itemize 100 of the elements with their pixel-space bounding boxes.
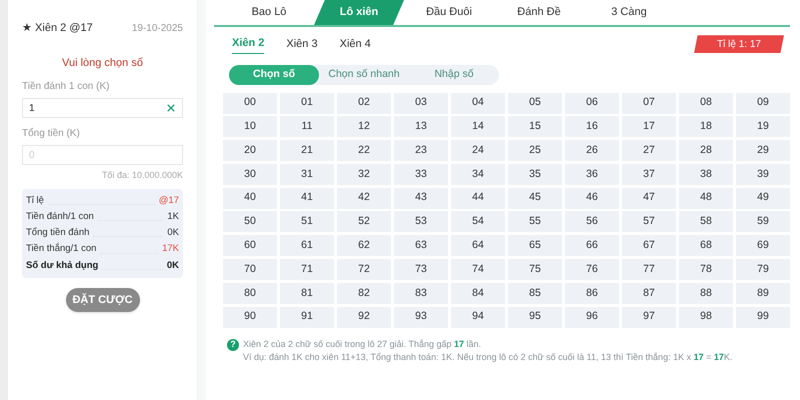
tab[interactable]: Đánh Đề bbox=[494, 0, 584, 25]
number-cell[interactable]: 96 bbox=[565, 306, 619, 328]
number-cell[interactable]: 89 bbox=[736, 282, 790, 304]
number-cell[interactable]: 39 bbox=[736, 164, 790, 185]
number-cell[interactable]: 97 bbox=[622, 306, 676, 328]
number-cell[interactable]: 35 bbox=[508, 164, 562, 185]
number-cell[interactable]: 41 bbox=[280, 188, 334, 209]
number-cell[interactable]: 33 bbox=[394, 164, 448, 185]
number-cell[interactable]: 99 bbox=[736, 306, 790, 328]
number-cell[interactable]: 66 bbox=[565, 235, 619, 256]
number-cell[interactable]: 19 bbox=[736, 116, 790, 138]
number-cell[interactable]: 24 bbox=[451, 140, 505, 162]
number-cell[interactable]: 69 bbox=[736, 235, 790, 256]
number-cell[interactable]: 23 bbox=[394, 140, 448, 162]
number-cell[interactable]: 76 bbox=[565, 259, 619, 280]
number-cell[interactable]: 44 bbox=[451, 188, 505, 209]
number-cell[interactable]: 95 bbox=[508, 306, 562, 328]
number-cell[interactable]: 09 bbox=[736, 92, 790, 114]
tab[interactable]: Bao Lô bbox=[224, 0, 314, 25]
number-cell[interactable]: 78 bbox=[679, 259, 733, 280]
number-cell[interactable]: 65 bbox=[508, 235, 562, 256]
number-cell[interactable]: 75 bbox=[508, 259, 562, 280]
number-cell[interactable]: 03 bbox=[394, 92, 448, 114]
number-cell[interactable]: 81 bbox=[280, 282, 334, 304]
number-cell[interactable]: 06 bbox=[565, 92, 619, 114]
number-cell[interactable]: 91 bbox=[280, 306, 334, 328]
number-cell[interactable]: 16 bbox=[565, 116, 619, 138]
number-cell[interactable]: 63 bbox=[394, 235, 448, 256]
number-cell[interactable]: 77 bbox=[622, 259, 676, 280]
number-cell[interactable]: 07 bbox=[622, 92, 676, 114]
number-cell[interactable]: 34 bbox=[451, 164, 505, 185]
number-cell[interactable]: 92 bbox=[337, 306, 391, 328]
number-cell[interactable]: 93 bbox=[394, 306, 448, 328]
number-cell[interactable]: 46 bbox=[565, 188, 619, 209]
number-cell[interactable]: 18 bbox=[679, 116, 733, 138]
number-cell[interactable]: 05 bbox=[508, 92, 562, 114]
number-cell[interactable]: 59 bbox=[736, 211, 790, 232]
number-cell[interactable]: 62 bbox=[337, 235, 391, 256]
number-cell[interactable]: 27 bbox=[622, 140, 676, 162]
number-cell[interactable]: 83 bbox=[394, 282, 448, 304]
tab[interactable]: 3 Càng bbox=[584, 0, 674, 25]
number-cell[interactable]: 38 bbox=[679, 164, 733, 185]
number-cell[interactable]: 70 bbox=[223, 259, 277, 280]
number-cell[interactable]: 84 bbox=[451, 282, 505, 304]
number-cell[interactable]: 56 bbox=[565, 211, 619, 232]
stake-field[interactable]: 1 bbox=[22, 98, 183, 118]
number-cell[interactable]: 01 bbox=[280, 92, 334, 114]
number-cell[interactable]: 53 bbox=[394, 211, 448, 232]
number-cell[interactable]: 49 bbox=[736, 188, 790, 209]
number-cell[interactable]: 72 bbox=[337, 259, 391, 280]
number-cell[interactable]: 47 bbox=[622, 188, 676, 209]
number-cell[interactable]: 36 bbox=[565, 164, 619, 185]
number-cell[interactable]: 60 bbox=[223, 235, 277, 256]
number-cell[interactable]: 68 bbox=[679, 235, 733, 256]
number-cell[interactable]: 40 bbox=[223, 188, 277, 209]
number-cell[interactable]: 52 bbox=[337, 211, 391, 232]
number-cell[interactable]: 43 bbox=[394, 188, 448, 209]
number-cell[interactable]: 25 bbox=[508, 140, 562, 162]
number-cell[interactable]: 31 bbox=[280, 164, 334, 185]
sub-tab[interactable]: Xiên 4 bbox=[340, 36, 371, 53]
number-cell[interactable]: 22 bbox=[337, 140, 391, 162]
number-cell[interactable]: 21 bbox=[280, 140, 334, 162]
number-cell[interactable]: 58 bbox=[679, 211, 733, 232]
number-cell[interactable]: 98 bbox=[679, 306, 733, 328]
number-cell[interactable]: 50 bbox=[223, 211, 277, 232]
number-cell[interactable]: 04 bbox=[451, 92, 505, 114]
number-cell[interactable]: 20 bbox=[223, 140, 277, 162]
number-cell[interactable]: 90 bbox=[223, 306, 277, 328]
number-cell[interactable]: 51 bbox=[280, 211, 334, 232]
number-cell[interactable]: 17 bbox=[622, 116, 676, 138]
number-cell[interactable]: 73 bbox=[394, 259, 448, 280]
number-cell[interactable]: 88 bbox=[679, 282, 733, 304]
number-cell[interactable]: 64 bbox=[451, 235, 505, 256]
number-cell[interactable]: 57 bbox=[622, 211, 676, 232]
number-cell[interactable]: 45 bbox=[508, 188, 562, 209]
number-cell[interactable]: 02 bbox=[337, 92, 391, 114]
number-cell[interactable]: 87 bbox=[622, 282, 676, 304]
number-cell[interactable]: 42 bbox=[337, 188, 391, 209]
number-cell[interactable]: 13 bbox=[394, 116, 448, 138]
number-cell[interactable]: 08 bbox=[679, 92, 733, 114]
number-cell[interactable]: 82 bbox=[337, 282, 391, 304]
number-cell[interactable]: 94 bbox=[451, 306, 505, 328]
number-cell[interactable]: 55 bbox=[508, 211, 562, 232]
number-cell[interactable]: 54 bbox=[451, 211, 505, 232]
number-cell[interactable]: 26 bbox=[565, 140, 619, 162]
number-cell[interactable]: 74 bbox=[451, 259, 505, 280]
number-cell[interactable]: 10 bbox=[223, 116, 277, 138]
number-cell[interactable]: 85 bbox=[508, 282, 562, 304]
number-cell[interactable]: 86 bbox=[565, 282, 619, 304]
number-cell[interactable]: 15 bbox=[508, 116, 562, 138]
number-cell[interactable]: 30 bbox=[223, 164, 277, 185]
number-cell[interactable]: 28 bbox=[679, 140, 733, 162]
number-cell[interactable]: 67 bbox=[622, 235, 676, 256]
number-cell[interactable]: 79 bbox=[736, 259, 790, 280]
number-cell[interactable]: 00 bbox=[223, 92, 277, 114]
number-cell[interactable]: 11 bbox=[280, 116, 334, 138]
number-cell[interactable]: 29 bbox=[736, 140, 790, 162]
number-cell[interactable]: 14 bbox=[451, 116, 505, 138]
number-cell[interactable]: 48 bbox=[679, 188, 733, 209]
number-cell[interactable]: 32 bbox=[337, 164, 391, 185]
